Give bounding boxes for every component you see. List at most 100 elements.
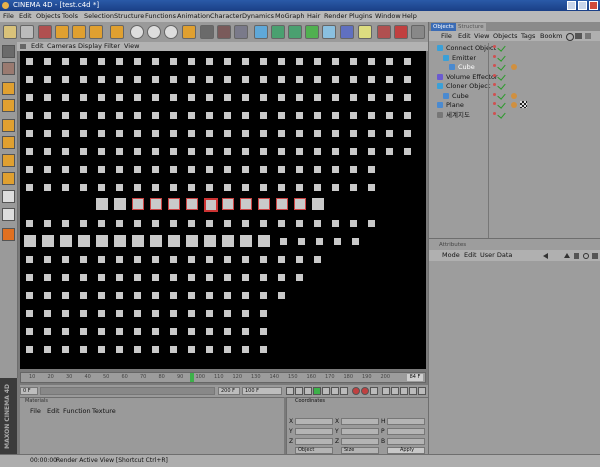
axis-mode-icon[interactable] [2,172,15,185]
snap-icon[interactable] [2,208,15,221]
menu-dynamics[interactable]: Dynamics [242,11,274,22]
menu-selection[interactable]: Selection [84,11,114,22]
obj-menu-bookmarks[interactable]: Bookm [540,31,563,41]
visibility-dot[interactable] [493,73,496,77]
menu-file[interactable]: File [3,11,14,22]
up-icon[interactable] [585,33,591,39]
key-selection-icon[interactable] [370,387,378,395]
previous-key-icon[interactable] [295,387,303,395]
next-key-icon[interactable] [331,387,339,395]
scale-key-icon[interactable] [391,387,399,395]
menu-animation[interactable]: Animation [177,11,210,22]
preview-range-slider[interactable] [40,387,215,395]
texture-tag-icon[interactable] [520,101,527,108]
move-icon[interactable] [55,25,69,39]
search-attributes-icon[interactable] [583,253,589,259]
mat-menu-texture[interactable]: Texture [92,407,116,415]
redo-icon[interactable] [20,25,34,39]
y-axis-icon[interactable] [147,25,161,39]
enable-check-icon[interactable] [497,81,506,90]
coord-mode-select[interactable]: Object [295,447,333,454]
mat-menu-file[interactable]: File [30,407,41,415]
x-axis-icon[interactable] [130,25,144,39]
camera-icon[interactable] [340,25,354,39]
apply-button[interactable]: Apply [387,447,425,454]
lock-icon[interactable] [574,253,579,259]
obj-menu-tags[interactable]: Tags [521,31,535,41]
object-row[interactable]: Cloner Object [429,81,600,91]
deformer-icon[interactable] [305,25,319,39]
max-frame-field[interactable]: 100 F [242,387,282,395]
menu-edit[interactable]: Edit [19,11,32,22]
enable-check-icon[interactable] [497,52,506,62]
end-frame-field[interactable]: 200 F [218,387,240,395]
enable-check-icon[interactable] [497,62,506,71]
3d-viewport[interactable] [20,51,426,369]
menu-render[interactable]: Render [324,11,347,22]
menu-window[interactable]: Window [375,11,401,22]
visibility-dot[interactable] [493,64,496,67]
visibility-dot[interactable] [493,45,496,48]
visibility-dot[interactable] [493,111,496,115]
previous-frame-icon[interactable] [304,387,312,395]
keyframe-selection-icon[interactable] [411,25,425,39]
tweak-mode-icon[interactable] [2,190,15,203]
start-frame-field[interactable]: 0 F [20,387,38,395]
tag-icon[interactable] [511,102,517,108]
object-mode-icon[interactable] [2,82,15,95]
obj-menu-edit[interactable]: Edit [458,31,471,41]
enable-check-icon[interactable] [497,100,506,109]
minimize-button[interactable] [567,1,576,10]
parameter-key-icon[interactable] [409,387,417,395]
play-icon[interactable] [313,387,321,395]
object-row[interactable]: 세계지도 [429,109,600,120]
current-frame-field[interactable]: 84 F [407,374,423,381]
scene-icon[interactable] [322,25,336,39]
go-to-start-icon[interactable] [286,387,294,395]
go-to-end-icon[interactable] [340,387,348,395]
spline-icon[interactable] [271,25,285,39]
menu-objects[interactable]: Objects [36,11,61,22]
home-icon[interactable] [575,33,582,39]
size-y-field[interactable] [341,428,379,435]
edges-mode-icon[interactable] [2,136,15,149]
z-axis-icon[interactable] [164,25,178,39]
back-arrow-icon[interactable] [543,253,548,259]
render-settings-icon[interactable] [234,25,248,39]
texture-mode-icon[interactable] [2,99,15,112]
visibility-dot[interactable] [493,54,496,58]
object-row[interactable]: Emitter [429,52,600,63]
coord-size-select[interactable]: Size [341,447,379,454]
pla-key-icon[interactable] [418,387,426,395]
record-icon[interactable] [377,25,391,39]
size-x-field[interactable] [341,418,379,425]
polygons-mode-icon[interactable] [2,154,15,167]
object-row[interactable]: Volume Effector [429,71,600,82]
render-picture-viewer-icon[interactable] [217,25,231,39]
points-mode-icon[interactable] [2,119,15,132]
search-icon[interactable] [566,33,574,41]
tab-objects[interactable]: Objects [431,23,456,31]
rotation-key-icon[interactable] [400,387,408,395]
timeline[interactable]: 10 20 30 40 50 60 70 80 90 100 110 120 130 140 150 160 1… [20,372,426,383]
menu-structure[interactable]: Structure [114,11,144,22]
position-x-field[interactable] [295,418,333,425]
vp-menu-cameras[interactable]: Cameras [47,42,76,51]
attr-menu-mode[interactable]: Mode [442,250,460,261]
object-row[interactable]: Connect Object [429,43,600,53]
new-panel-icon[interactable] [592,253,598,259]
rotation-b-field[interactable] [387,438,425,445]
scale-icon[interactable] [72,25,86,39]
autokey-button-icon[interactable] [361,387,369,395]
menu-mograph[interactable]: MoGraph [275,11,305,22]
vp-menu-view[interactable]: View [124,42,139,51]
undo-icon[interactable] [3,25,17,39]
tab-structure[interactable]: Structure [456,23,486,31]
menu-character[interactable]: Character [210,11,242,22]
vp-menu-edit[interactable]: Edit [31,42,44,51]
position-key-icon[interactable] [382,387,390,395]
menu-tools[interactable]: Tools [62,11,78,22]
attr-menu-edit[interactable]: Edit [464,250,477,261]
menu-plugins[interactable]: Plugins [349,11,372,22]
tag-icon[interactable] [511,64,517,70]
